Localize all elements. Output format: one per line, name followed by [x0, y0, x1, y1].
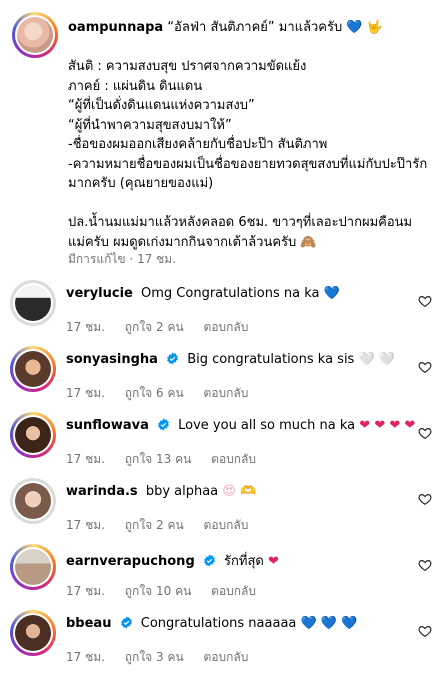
comment-line: sunflowava Love you all so much na ka ❤ …: [66, 418, 415, 433]
comment-time: 17 ชม.: [66, 584, 105, 598]
comment-likes[interactable]: ถูกใจ 2 คน: [125, 518, 184, 532]
comment-avatar[interactable]: [10, 346, 56, 392]
comment-username[interactable]: warinda.s: [66, 484, 138, 499]
caption-text-block: oampunnapa “อัลฟ่า สันติภาคย์” มาแล้วครั…: [68, 18, 428, 252]
heart-outline-icon[interactable]: [418, 558, 432, 572]
comment-likes[interactable]: ถูกใจ 6 คน: [125, 386, 184, 400]
heart-outline-icon[interactable]: [418, 624, 432, 638]
comment-avatar[interactable]: [10, 610, 56, 656]
comment-meta: 17 ชม. ถูกใจ 10 คน ตอบกลับ: [66, 582, 272, 601]
comment-meta: 17 ชม. ถูกใจ 2 คน ตอบกลับ: [66, 318, 264, 337]
comment-emoji: 🤍 🤍: [358, 352, 395, 367]
comment-time: 17 ชม.: [66, 650, 105, 664]
comment-text: bby alphaa: [145, 484, 219, 499]
comment-time: 17 ชม.: [66, 386, 105, 400]
comment-meta: 17 ชม. ถูกใจ 6 คน ตอบกลับ: [66, 384, 264, 403]
comment-line: verylucie Omg Congratulations na ka 💙: [66, 286, 340, 301]
heart-outline-icon[interactable]: [418, 360, 432, 374]
comment-item: earnverapuchong รักที่สุด ❤ 17 ชม. ถูกใจ…: [0, 544, 446, 606]
reply-button[interactable]: ตอบกลับ: [204, 320, 249, 334]
verified-badge-icon: [158, 418, 169, 431]
comment-item: sonyasingha Big congratulations ka sis 🤍…: [0, 346, 446, 408]
comment-meta: 17 ชม. ถูกใจ 3 คน ตอบกลับ: [66, 648, 264, 667]
reply-button[interactable]: ตอบกลับ: [204, 386, 249, 400]
comment-avatar[interactable]: [10, 478, 56, 524]
comment-line: sonyasingha Big congratulations ka sis 🤍…: [66, 352, 395, 367]
caption-time: 17 ชม.: [137, 252, 177, 266]
comment-line: bbeau Congratulations naaaaa 💙 💙 💙: [66, 616, 357, 631]
comment-avatar[interactable]: [10, 412, 56, 458]
comment-time: 17 ชม.: [66, 518, 105, 532]
caption-username[interactable]: oampunnapa: [68, 20, 163, 35]
comment-emoji: 😍 🫶: [222, 484, 257, 499]
comment-line: warinda.s bby alphaa 😍 🫶: [66, 484, 256, 499]
reply-button[interactable]: ตอบกลับ: [211, 584, 256, 598]
caption-edited-label: มีการแก้ไข: [68, 252, 126, 266]
comment-item: warinda.s bby alphaa 😍 🫶 17 ชม. ถูกใจ 2 …: [0, 478, 446, 540]
comment-emoji: ❤: [267, 554, 279, 569]
comment-likes[interactable]: ถูกใจ 3 คน: [125, 650, 184, 664]
comment-time: 17 ชม.: [66, 320, 105, 334]
caption-avatar[interactable]: [12, 12, 58, 58]
comment-username[interactable]: bbeau: [66, 616, 111, 631]
comment-username[interactable]: sunflowava: [66, 418, 149, 433]
comment-text: Big congratulations ka sis: [187, 352, 355, 367]
comment-meta: 17 ชม. ถูกใจ 13 คน ตอบกลับ: [66, 450, 272, 469]
comment-item: bbeau Congratulations naaaaa 💙 💙 💙 17 ชม…: [0, 610, 446, 672]
comment-username[interactable]: verylucie: [66, 286, 133, 301]
comment-likes[interactable]: ถูกใจ 2 คน: [125, 320, 184, 334]
comment-item: sunflowava Love you all so much na ka ❤ …: [0, 412, 446, 474]
verified-badge-icon: [167, 352, 178, 365]
comment-avatar[interactable]: [10, 280, 56, 326]
heart-outline-icon[interactable]: [418, 426, 432, 440]
comment-likes[interactable]: ถูกใจ 13 คน: [125, 452, 192, 466]
verified-badge-icon: [204, 554, 215, 567]
comment-line: earnverapuchong รักที่สุด ❤: [66, 550, 279, 571]
comment-emoji: ❤ ❤ ❤ ❤: [359, 418, 416, 433]
caption-meta: มีการแก้ไข · 17 ชม.: [68, 252, 177, 266]
reply-button[interactable]: ตอบกลับ: [211, 452, 256, 466]
reply-button[interactable]: ตอบกลับ: [204, 518, 249, 532]
comment-text: Congratulations naaaaa: [140, 616, 297, 631]
comment-time: 17 ชม.: [66, 452, 105, 466]
comment-username[interactable]: sonyasingha: [66, 352, 158, 367]
reply-button[interactable]: ตอบกลับ: [204, 650, 249, 664]
heart-outline-icon[interactable]: [418, 492, 432, 506]
comment-emoji: 💙: [323, 286, 340, 301]
comment-emoji: 💙 💙 💙: [300, 616, 358, 631]
caption-body: “อัลฟ่า สันติภาคย์” มาแล้วครับ 💙 🤟 สันติ…: [68, 20, 428, 250]
post-caption: oampunnapa “อัลฟ่า สันติภาคย์” มาแล้วครั…: [0, 0, 446, 270]
comment-avatar[interactable]: [10, 544, 56, 590]
comment-item: verylucie Omg Congratulations na ka 💙 17…: [0, 280, 446, 342]
comment-likes[interactable]: ถูกใจ 10 คน: [125, 584, 192, 598]
comment-meta: 17 ชม. ถูกใจ 2 คน ตอบกลับ: [66, 516, 264, 535]
heart-outline-icon[interactable]: [418, 294, 432, 308]
comment-text: Love you all so much na ka: [178, 418, 356, 433]
verified-badge-icon: [120, 616, 132, 629]
comment-text: Omg Congratulations na ka: [141, 286, 320, 301]
comment-text: รักที่สุด: [224, 554, 264, 569]
comment-username[interactable]: earnverapuchong: [66, 554, 195, 569]
